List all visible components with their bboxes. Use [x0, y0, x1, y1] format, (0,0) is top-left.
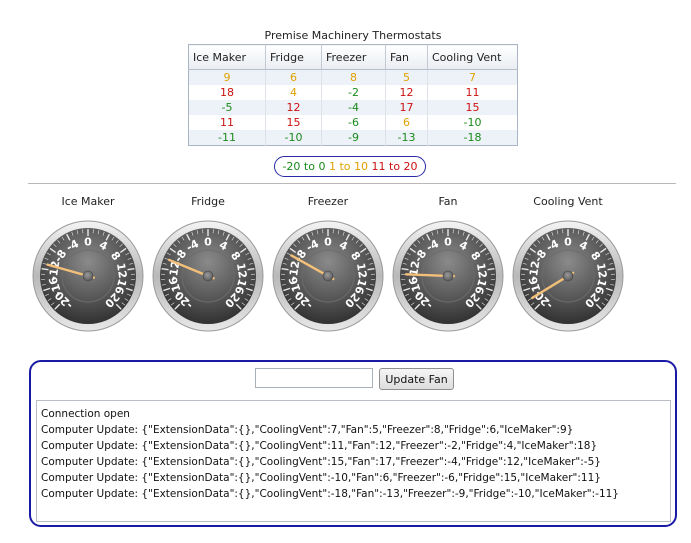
gauge-tick-label: 0: [84, 236, 92, 249]
gauge-hub: [562, 270, 574, 282]
table-cell: -18: [427, 130, 518, 146]
table-cell: 12: [265, 100, 322, 115]
update-fan-button[interactable]: Update Fan: [379, 368, 454, 390]
gauge-tick-label: 12: [234, 262, 249, 279]
column-header-fridge[interactable]: Fridge: [265, 44, 322, 70]
column-header-freezer[interactable]: Freezer: [321, 44, 386, 70]
table-cell: -11: [188, 130, 266, 146]
gauge-label-cooling-vent: Cooling Vent: [533, 195, 603, 208]
page-title: Premise Machinery Thermostats: [264, 29, 442, 42]
column-header-fan[interactable]: Fan: [385, 44, 428, 70]
log-line: Computer Update: {"ExtensionData":{},"Co…: [41, 440, 598, 452]
update-log[interactable]: Connection open Computer Update: {"Exten…: [36, 400, 671, 522]
table-cell: 18: [188, 85, 266, 100]
table-header-row: Ice Maker Fridge Freezer Fan Cooling Ven…: [188, 44, 518, 70]
table-cell: 15: [427, 100, 518, 115]
gauge-row: -20-16-12-8-4 0 48121620 -20-16-12-8-4 0 4812…: [32, 220, 624, 332]
table-cell: 6: [385, 115, 428, 130]
gauge-tick-label: 0: [204, 236, 212, 249]
table-cell: -2: [321, 85, 386, 100]
gauge: -20-16-12-8-4 0 48121620: [512, 220, 624, 332]
log-line: Computer Update: {"ExtensionData":{},"Co…: [41, 456, 601, 468]
log-line: Computer Update: {"ExtensionData":{},"Co…: [41, 424, 574, 436]
table-cell: -4: [321, 100, 386, 115]
gauge-label-ice-maker: Ice Maker: [61, 195, 115, 208]
table-cell: -9: [321, 130, 386, 146]
table-cell: 4: [265, 85, 322, 100]
table-cell: 7: [427, 69, 518, 85]
gauge-hub: [82, 270, 94, 282]
gauge-label-fridge: Fridge: [191, 195, 225, 208]
gauge-tick-label: 12: [354, 262, 369, 279]
gauge-tick-label: 12: [114, 262, 129, 279]
legend-yellow: 1 to 10: [328, 160, 369, 173]
legend-green: -20 to 0: [282, 160, 326, 173]
gauge-tick-label: 0: [324, 236, 332, 249]
table-cell: -5: [188, 100, 266, 115]
table-row[interactable]: 11 15 -6 6 -10: [188, 115, 518, 130]
table-cell: 11: [188, 115, 266, 130]
gauge-tick-label: 0: [444, 236, 452, 249]
table-cell: 15: [265, 115, 322, 130]
gauge-tick-label: 12: [594, 262, 609, 279]
table-cell: -6: [321, 115, 386, 130]
gauge-tick-label: 12: [474, 262, 489, 279]
gauge-label-fan: Fan: [438, 195, 458, 208]
gauge: -20-16-12-8-4 0 48121620: [32, 220, 144, 332]
table-cell: 12: [385, 85, 428, 100]
temperature-legend: -20 to 0 1 to 10 11 to 20: [274, 156, 426, 177]
gauge-label-freezer: Freezer: [307, 195, 349, 208]
fan-value-input[interactable]: [255, 368, 373, 388]
table-cell: 5: [385, 69, 428, 85]
table-cell: 11: [465, 86, 480, 99]
log-line: Computer Update: {"ExtensionData":{},"Co…: [41, 488, 619, 500]
gauge-tick-label: 0: [564, 236, 572, 249]
table-row[interactable]: -5 12 -4 17 15: [188, 100, 518, 115]
table-cell: 8: [321, 69, 386, 85]
table-cell: 17: [385, 100, 428, 115]
gauge-hub: [202, 270, 214, 282]
table-cell: 6: [265, 69, 322, 85]
gauge: -20-16-12-8-4 0 48121620: [152, 220, 264, 332]
control-panel: Update Fan Connection open Computer Upda…: [29, 360, 677, 527]
gauge: -20-16-12-8-4 0 48121620: [272, 220, 384, 332]
gauge: -20-16-12-8-4 0 48121620: [392, 220, 504, 332]
table-cell: -10: [463, 116, 482, 129]
gauge-hub: [442, 270, 454, 282]
legend-red: 11 to 20: [371, 160, 418, 173]
thermostat-table: Ice Maker Fridge Freezer Fan Cooling Ven…: [188, 44, 518, 146]
table-cell: -13: [385, 130, 428, 146]
table-cell: 9: [188, 69, 266, 85]
log-line: Computer Update: {"ExtensionData":{},"Co…: [41, 472, 601, 484]
table-row[interactable]: 18 4 -2 12 11: [188, 85, 518, 100]
log-line: Connection open: [41, 408, 130, 420]
column-header-cooling-vent[interactable]: Cooling Vent: [427, 44, 518, 70]
column-header-ice-maker[interactable]: Ice Maker: [188, 44, 266, 70]
divider: [28, 183, 676, 184]
table-row[interactable]: -11 -10 -9 -13 -18: [188, 130, 518, 146]
table-row[interactable]: 96857: [188, 69, 518, 85]
table-cell: -10: [265, 130, 322, 146]
gauge-hub: [322, 270, 334, 282]
